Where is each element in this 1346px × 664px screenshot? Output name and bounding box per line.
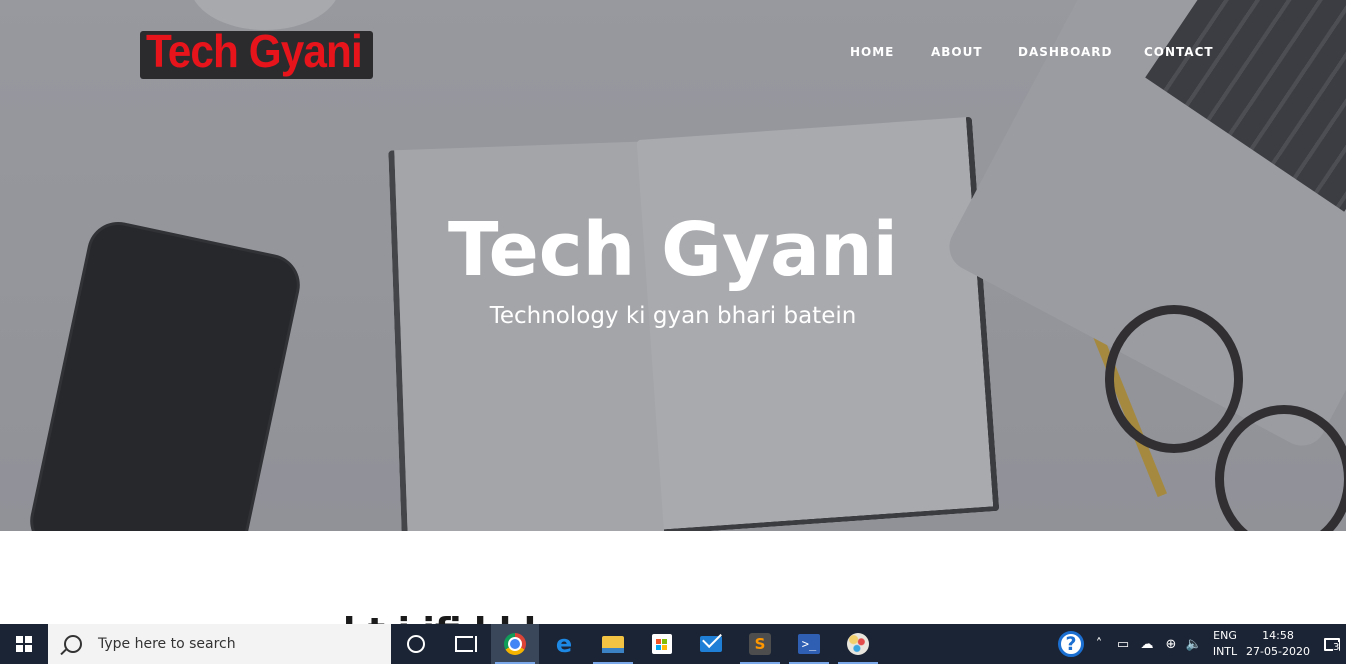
chrome-icon [504,633,526,655]
hero-subtitle: Technology ki gyan bhari batein [489,303,857,329]
task-view-icon [455,636,477,652]
taskbar-app-paint[interactable] [834,624,882,664]
battery-tray-button[interactable]: ▭ [1112,624,1134,664]
cortana-icon [407,635,425,653]
speaker-icon: 🔈 [1185,636,1203,652]
clock-time: 14:58 [1262,629,1294,642]
taskbar-app-powershell[interactable]: >_ [785,624,833,664]
taskbar-app-chrome[interactable] [491,624,539,664]
help-tray-button[interactable]: ? [1054,624,1088,664]
clock-date: 27-05-2020 [1246,645,1310,658]
nav-dashboard[interactable]: DASHBOARD [1018,45,1112,59]
taskbar-app-file-explorer[interactable] [589,624,637,664]
hero-banner: Tech Gyani HOME ABOUT DASHBOARD CONTACT … [0,0,1346,531]
taskbar-app-edge[interactable]: e [540,624,588,664]
action-center-button[interactable] [1318,624,1346,664]
language-code: ENG [1213,629,1237,642]
taskbar-app-store[interactable] [638,624,686,664]
keyboard-layout: INTL [1212,645,1238,658]
hero-title: Tech Gyani [447,207,899,293]
search-icon [64,635,82,653]
store-icon [652,634,672,654]
start-button[interactable] [0,624,48,664]
taskbar-app-sublime-text[interactable]: S [736,624,784,664]
edge-icon: e [555,630,573,658]
powershell-icon: >_ [798,634,820,654]
sublime-text-icon: S [749,633,771,655]
nav-home[interactable]: HOME [850,45,894,59]
main-navigation: HOME ABOUT DASHBOARD CONTACT [0,45,1346,61]
onedrive-tray-button[interactable]: ☁ [1136,624,1158,664]
battery-icon: ▭ [1116,636,1130,652]
taskbar-search-box[interactable]: Type here to search [48,624,391,664]
globe-icon: ⊕ [1165,636,1177,652]
cortana-button[interactable] [396,624,436,664]
paint-icon [847,633,869,655]
windows-taskbar: Type here to search e S >_ ? ˄ ▭ ☁ ⊕ 🔈 E… [0,624,1346,664]
show-hidden-icons-button[interactable]: ˄ [1090,624,1108,664]
nav-contact[interactable]: CONTACT [1144,45,1214,59]
cloud-icon: ☁ [1140,636,1154,652]
task-view-button[interactable] [444,624,484,664]
windows-logo-icon [16,636,32,652]
volume-tray-button[interactable]: 🔈 [1183,624,1205,664]
network-tray-button[interactable]: ⊕ [1160,624,1182,664]
clock-button[interactable]: 14:58 27-05-2020 [1245,624,1311,664]
help-icon: ? [1058,631,1084,657]
search-placeholder: Type here to search [98,636,236,652]
input-language-button[interactable]: ENG INTL [1206,624,1244,664]
mail-icon [700,636,722,652]
taskbar-app-mail[interactable] [687,624,735,664]
notification-count-badge: 3 [1333,642,1340,653]
nav-about[interactable]: ABOUT [931,45,983,59]
chevron-up-icon: ˄ [1095,636,1103,652]
file-explorer-icon [602,635,624,653]
